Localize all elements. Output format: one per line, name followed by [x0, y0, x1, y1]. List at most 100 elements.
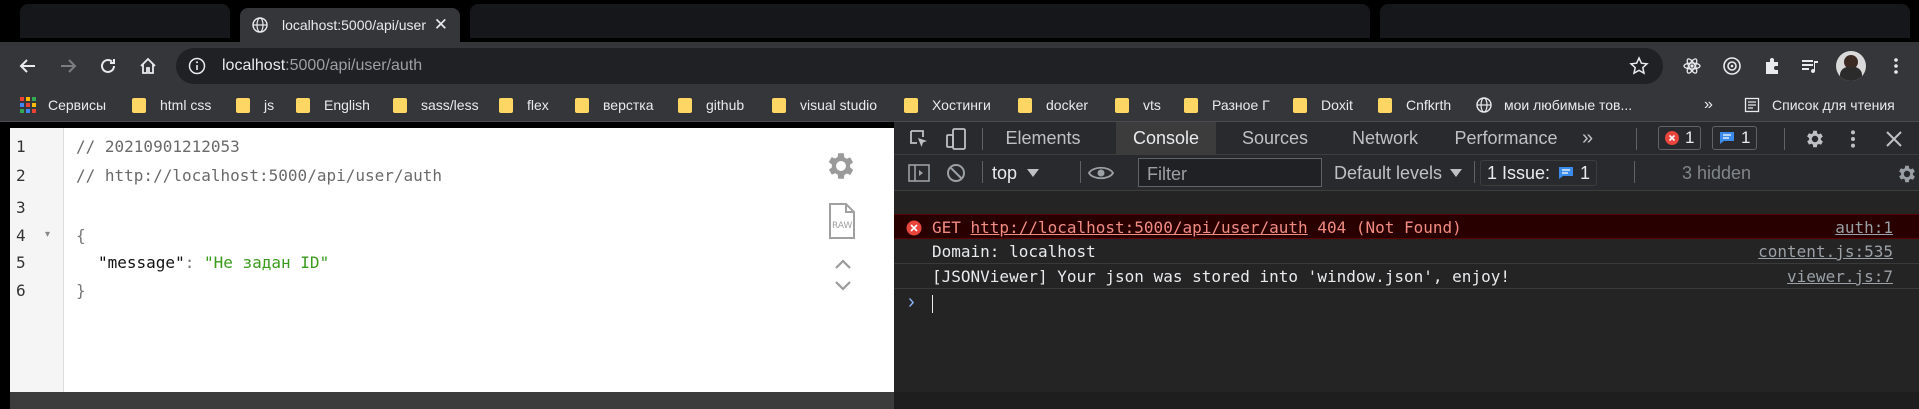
extensions-button[interactable] — [1758, 52, 1786, 80]
bookmarks-bar: Сервисы html css js English sass/less fl… — [0, 89, 1919, 122]
source-link[interactable]: auth:1 — [1835, 218, 1893, 237]
raw-button[interactable]: RAW — [828, 202, 856, 240]
bookmark-folder[interactable]: vts — [1115, 95, 1161, 115]
bookmark-folder[interactable]: docker — [1018, 95, 1088, 115]
bookmark-folder[interactable]: English — [296, 95, 370, 115]
dropdown-arrow-icon — [1027, 169, 1040, 177]
json-property: "message": "Не задан ID" — [98, 253, 329, 272]
media-queue-button[interactable] — [1796, 52, 1824, 80]
inspect-element-icon[interactable] — [908, 128, 930, 150]
bookmark-label: docker — [1046, 97, 1089, 113]
bookmark-folder[interactable]: sass/less — [393, 95, 479, 115]
eye-icon[interactable] — [1088, 164, 1114, 182]
url-text[interactable]: localhost:5000/api/user/auth — [222, 57, 422, 75]
tab-console[interactable]: Console — [1116, 122, 1216, 155]
hidden-count: 3 hidden — [1682, 163, 1752, 183]
bookmark-apps[interactable]: Сервисы — [20, 95, 106, 115]
background-tabs[interactable] — [470, 4, 1370, 38]
folder-icon — [772, 97, 786, 113]
bookmark-star-icon[interactable] — [1629, 56, 1649, 76]
settings-gear-icon[interactable] — [1804, 128, 1826, 150]
home-button[interactable] — [134, 52, 162, 80]
tab-sources[interactable]: Sources — [1220, 122, 1330, 155]
folder-icon — [393, 97, 407, 113]
folder-icon — [1018, 97, 1032, 113]
tab-performance[interactable]: Performance — [1442, 122, 1570, 155]
forward-button[interactable] — [54, 52, 82, 80]
request-method: GET — [932, 218, 971, 237]
bookmark-label: Сервисы — [48, 97, 107, 113]
message-count: 1 — [1741, 128, 1751, 147]
tab-network[interactable]: Network — [1332, 122, 1438, 155]
sidebar-toggle-icon[interactable] — [908, 163, 930, 183]
issues-button[interactable]: 1 Issue: 1 — [1480, 160, 1598, 186]
device-toolbar-icon[interactable] — [944, 127, 968, 151]
tab-strip: localhost:5000/api/user/auth ✕ — [0, 0, 1919, 42]
devtools-tabbar: Elements Console Sources Network Perform… — [894, 122, 1919, 155]
gear-icon[interactable] — [824, 149, 858, 183]
bookmark-folder[interactable]: Хостинги — [904, 95, 991, 115]
context-selector[interactable]: top — [992, 162, 1040, 184]
bookmark-label: html css — [160, 97, 212, 113]
bookmarks-overflow-button[interactable]: » — [1704, 95, 1713, 115]
bookmark-folder[interactable]: github — [678, 95, 744, 115]
more-vertical-icon[interactable] — [1842, 128, 1864, 150]
folder-icon — [1378, 97, 1392, 113]
request-url-link[interactable]: http://localhost:5000/api/user/auth — [971, 218, 1308, 237]
bookmark-folder[interactable]: visual studio — [772, 95, 877, 115]
console-log-row[interactable]: [JSONViewer] Your json was stored into '… — [894, 264, 1919, 289]
console-error-row[interactable]: GET http://localhost:5000/api/user/auth … — [894, 214, 1919, 239]
back-button[interactable] — [14, 52, 42, 80]
bookmark-site[interactable]: мои любимые тов... — [1476, 95, 1632, 115]
bookmark-folder[interactable]: Doxit — [1293, 95, 1353, 115]
info-icon[interactable] — [188, 57, 206, 75]
bookmark-folder[interactable]: Cnfkrth — [1378, 95, 1451, 115]
address-bar[interactable]: localhost:5000/api/user/auth — [176, 48, 1663, 84]
error-count-badge[interactable]: 1 — [1658, 126, 1702, 150]
bookmark-folder[interactable]: Разное Г — [1184, 95, 1270, 115]
tab-elements[interactable]: Elements — [988, 122, 1098, 155]
source-link[interactable]: viewer.js:7 — [1787, 267, 1893, 286]
avatar[interactable] — [1836, 51, 1866, 81]
line-number: 4 — [16, 226, 26, 245]
arrow-right-icon — [61, 59, 77, 73]
bookmark-label: js — [264, 97, 275, 113]
source-link[interactable]: content.js:535 — [1758, 242, 1893, 261]
close-icon[interactable] — [1884, 129, 1904, 149]
background-tab[interactable] — [20, 4, 230, 38]
message-count-badge[interactable]: 1 — [1712, 126, 1758, 150]
levels-label: Default levels — [1334, 162, 1443, 183]
log-levels-dropdown[interactable]: Default levels — [1334, 162, 1463, 184]
line-number: 1 — [16, 137, 26, 156]
chevron-up-icon[interactable] — [834, 258, 852, 270]
separator — [1634, 161, 1635, 183]
extension-target-button[interactable] — [1718, 52, 1746, 80]
bookmark-folder[interactable]: верстка — [575, 95, 653, 115]
active-tab[interactable]: localhost:5000/api/user/auth ✕ — [240, 8, 460, 42]
chevron-down-icon[interactable] — [834, 280, 852, 292]
clear-console-icon[interactable] — [946, 163, 966, 183]
message-icon — [1720, 132, 1734, 144]
bookmark-folder[interactable]: flex — [499, 95, 549, 115]
bookmark-folder[interactable]: js — [236, 95, 274, 115]
error-icon — [1665, 131, 1679, 145]
reading-list-button[interactable]: Список для чтения — [1744, 95, 1895, 115]
filter-input[interactable]: Filter — [1138, 158, 1322, 187]
more-tabs-button[interactable]: » — [1582, 122, 1602, 155]
console-prompt-row[interactable]: › — [894, 289, 1919, 317]
line-number: 3 — [16, 198, 26, 217]
close-tab-icon[interactable]: ✕ — [434, 15, 448, 35]
browser-menu-button[interactable] — [1882, 52, 1910, 80]
folder-icon — [296, 97, 310, 113]
console-settings-gear-icon[interactable] — [1896, 163, 1918, 185]
reload-button[interactable] — [94, 52, 122, 80]
extension-react-button[interactable] — [1678, 52, 1706, 80]
issues-label: 1 Issue: — [1487, 162, 1551, 183]
console-log-row[interactable]: Domain: localhost content.js:535 — [894, 239, 1919, 264]
background-tabs-right[interactable] — [1380, 4, 1910, 38]
context-label: top — [992, 162, 1018, 183]
fold-arrow-icon[interactable]: ▾ — [45, 229, 50, 240]
globe-icon — [252, 17, 268, 33]
bookmark-folder[interactable]: html css — [132, 95, 211, 115]
home-icon — [140, 57, 156, 74]
